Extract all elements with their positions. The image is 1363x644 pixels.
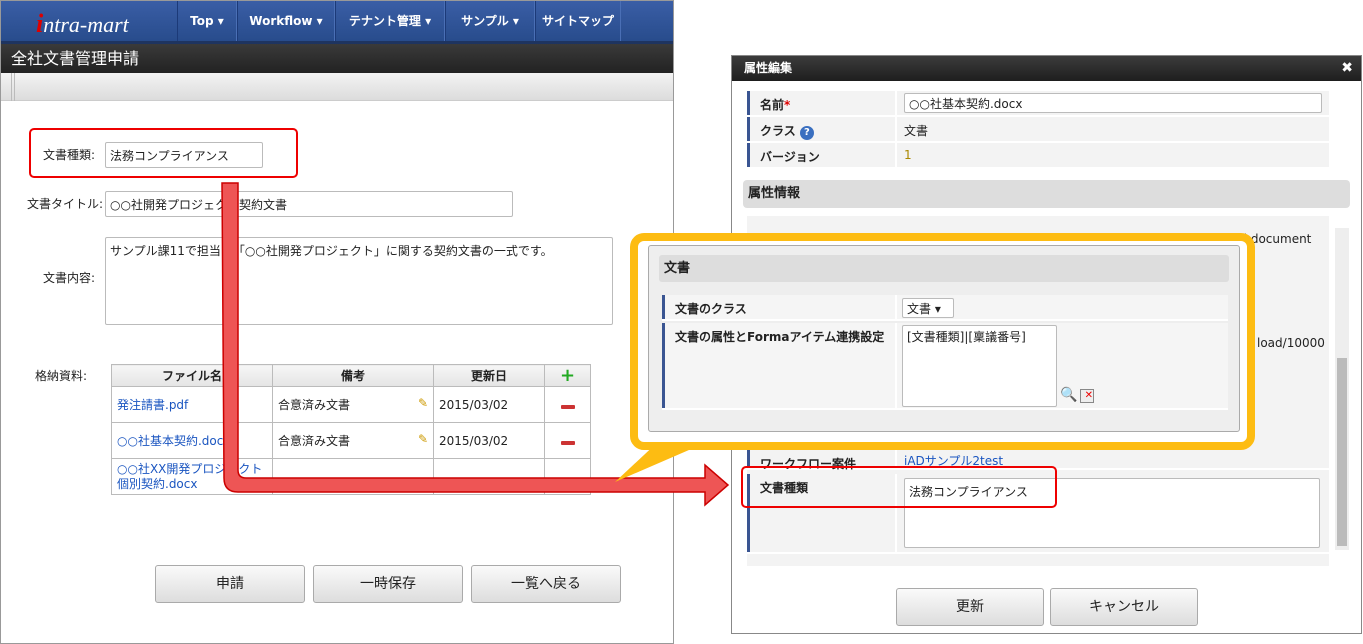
mapping-listbox[interactable]: [文書種類]|[稟議番号] — [902, 325, 1057, 407]
clear-icon[interactable]: ✕ — [1080, 389, 1094, 403]
mapping-label: 文書の属性とFormaアイテム連携設定 — [662, 323, 897, 408]
mapping-row: 文書の属性とFormaアイテム連携設定 [文書種類]|[稟議番号] 🔍 ✕ — [662, 323, 1228, 410]
search-icon[interactable]: 🔍 — [1060, 387, 1077, 403]
document-settings-panel: 文書 文書のクラス 文書 ▾ 文書の属性とFormaアイテム連携設定 [文書種類… — [648, 245, 1240, 432]
doc-class-select[interactable]: 文書 ▾ — [902, 298, 954, 318]
doc-class-row: 文書のクラス 文書 ▾ — [662, 295, 1228, 321]
doc-class-label: 文書のクラス — [662, 295, 897, 319]
document-section: 文書 — [659, 255, 1229, 282]
